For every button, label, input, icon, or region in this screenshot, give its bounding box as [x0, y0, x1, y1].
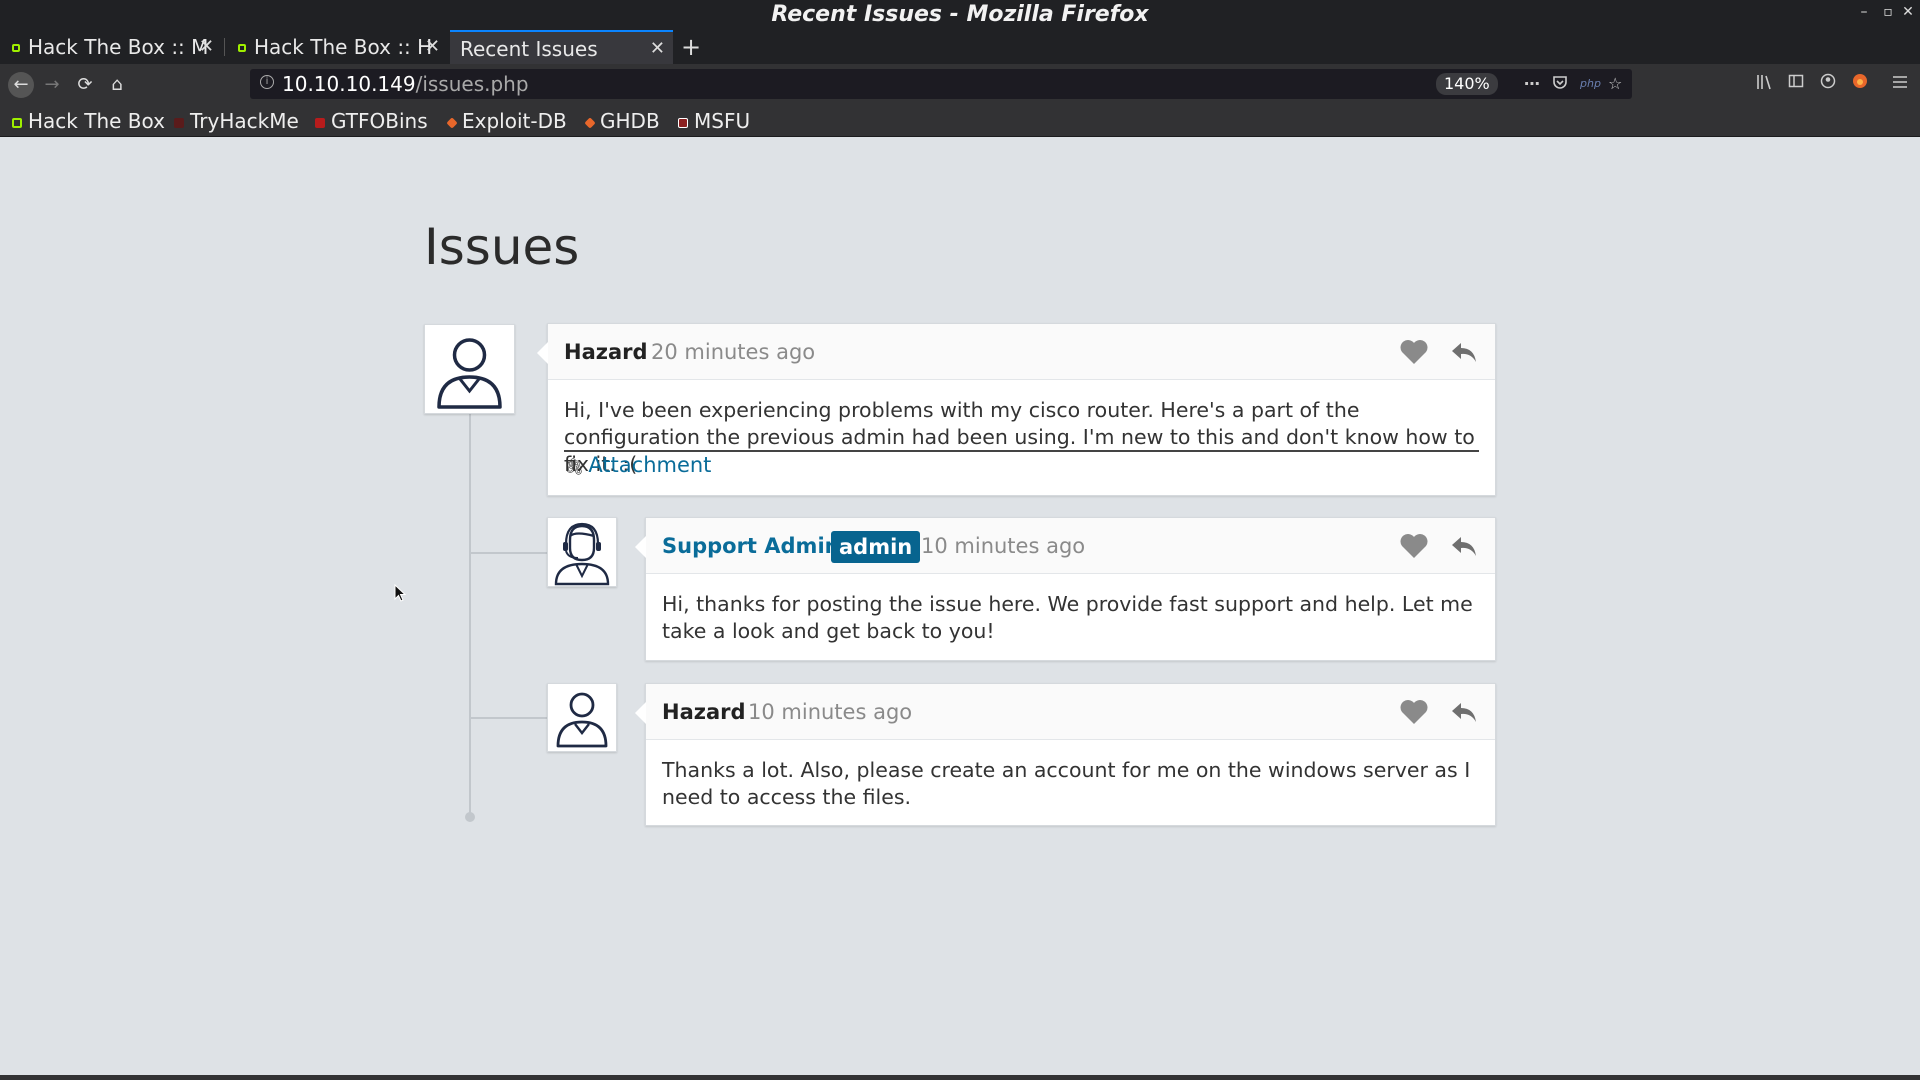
hackthebox-favicon-icon	[12, 43, 20, 52]
timeline-line	[469, 412, 471, 814]
url-text[interactable]: 10.10.10.149/issues.php	[282, 69, 529, 99]
bookmark-msfu[interactable]: MSFU	[678, 105, 750, 137]
tab-recent-issues[interactable]: Recent Issues ✕	[450, 30, 673, 64]
url-host: 10.10.10.149	[282, 72, 416, 96]
issue-post-card: Support Admin admin 10 minutes ago Hi, t…	[635, 517, 1496, 661]
heart-icon[interactable]	[1399, 698, 1429, 726]
bottom-edge	[0, 1075, 1920, 1080]
page-actions-menu-icon[interactable]: ⋯	[1524, 74, 1540, 94]
bookmark-label: TryHackMe	[190, 109, 299, 133]
post-timestamp: 20 minutes ago	[651, 340, 816, 364]
bookmarks-toolbar: Hack The Box TryHackMe GTFOBins Exploit-…	[0, 105, 1920, 137]
account-icon[interactable]	[1820, 73, 1836, 95]
sidebar-icon[interactable]	[1788, 73, 1804, 95]
tab-close-icon[interactable]: ✕	[199, 30, 214, 64]
post-header: Hazard 10 minutes ago	[646, 684, 1495, 740]
tryhackme-favicon-icon	[174, 117, 184, 128]
hackthebox-favicon-icon	[238, 43, 246, 52]
reply-icon[interactable]	[1449, 532, 1479, 560]
hackthebox-favicon-icon	[12, 117, 22, 128]
url-path: /issues.php	[415, 72, 529, 96]
issue-post-card: Hazard 10 minutes ago Thanks a lot. Also…	[635, 683, 1496, 826]
maximize-button[interactable]: ▫	[1880, 4, 1896, 20]
hamburger-menu-icon[interactable]	[1892, 73, 1908, 95]
ghdb-favicon-icon	[584, 116, 596, 129]
tab-strip: Hack The Box :: M ✕ Hack The Box :: H ✕ …	[0, 30, 1920, 64]
support-agent-icon	[554, 522, 610, 586]
library-icon[interactable]	[1756, 73, 1772, 97]
home-button[interactable]: ⌂	[106, 74, 128, 96]
mouse-cursor-icon	[394, 584, 406, 602]
avatar	[547, 683, 617, 752]
bookmark-label: Hack The Box	[28, 109, 165, 133]
bookmark-label: GHDB	[600, 109, 660, 133]
tab-label: Hack The Box :: M	[28, 35, 209, 59]
minimize-button[interactable]: –	[1856, 4, 1872, 20]
bookmark-label: MSFU	[694, 109, 751, 133]
bookmark-hackthebox[interactable]: Hack The Box	[12, 105, 165, 137]
reload-button[interactable]: ⟳	[74, 74, 96, 96]
timeline-end-dot	[465, 812, 475, 822]
card-pointer	[635, 702, 646, 724]
post-header: Support Admin admin 10 minutes ago	[646, 518, 1495, 574]
reply-icon[interactable]	[1449, 338, 1479, 366]
post-author[interactable]: Support Admin	[662, 518, 840, 574]
bookmark-label: GTFOBins	[331, 109, 428, 133]
post-body: Hi, thanks for posting the issue here. W…	[662, 592, 1473, 643]
issue-post-card: Hazard 20 minutes ago Hi, I've been expe…	[537, 323, 1496, 496]
tab-close-icon[interactable]: ✕	[650, 32, 665, 64]
attachment-link[interactable]: 🖇 Attachment	[564, 453, 711, 477]
bookmark-tryhackme[interactable]: TryHackMe	[174, 105, 299, 137]
attachment-label: Attachment	[588, 453, 712, 477]
close-window-button[interactable]: ✕	[1900, 4, 1916, 20]
window-titlebar: Recent Issues - Mozilla Firefox – ▫ ✕	[0, 0, 1920, 30]
exploit-db-favicon-icon	[446, 116, 458, 129]
post-body: Thanks a lot. Also, please create an acc…	[662, 758, 1471, 809]
zoom-indicator[interactable]: 140%	[1436, 73, 1498, 95]
msfu-favicon-icon	[678, 117, 688, 128]
foxyproxy-extension-icon[interactable]	[1852, 73, 1868, 95]
timeline-branch	[470, 552, 548, 554]
bookmark-ghdb[interactable]: GHDB	[584, 105, 660, 137]
card-pointer	[635, 536, 646, 558]
gtfobins-favicon-icon	[315, 117, 325, 128]
page-title: Issues	[424, 218, 580, 276]
bookmark-gtfobins[interactable]: GTFOBins	[315, 105, 428, 137]
bookmark-exploit-db[interactable]: Exploit-DB	[446, 105, 567, 137]
forward-button[interactable]: →	[41, 74, 63, 96]
post-timestamp: 10 minutes ago	[921, 534, 1086, 558]
timeline-branch	[470, 717, 548, 719]
card-pointer	[537, 342, 548, 364]
post-timestamp: 10 minutes ago	[748, 700, 913, 724]
post-header: Hazard 20 minutes ago	[548, 324, 1495, 380]
pocket-icon[interactable]	[1552, 74, 1568, 95]
navigation-toolbar: ← → ⟳ ⌂ i 10.10.10.149/issues.php 140% ⋯…	[0, 64, 1920, 105]
tab-separator	[224, 38, 225, 56]
php-extension-icon[interactable]: php	[1580, 74, 1601, 94]
site-info-icon[interactable]: i	[260, 75, 274, 89]
tab-hackthebox-1[interactable]: Hack The Box :: M ✕	[0, 30, 222, 64]
back-button[interactable]: ←	[8, 72, 34, 98]
avatar	[547, 517, 617, 587]
post-author[interactable]: Hazard	[564, 324, 648, 380]
post-author[interactable]: Hazard	[662, 684, 746, 740]
tab-hackthebox-2[interactable]: Hack The Box :: H ✕	[226, 30, 448, 64]
heart-icon[interactable]	[1399, 338, 1429, 366]
window-title: Recent Issues - Mozilla Firefox	[771, 2, 1149, 27]
avatar	[424, 324, 515, 414]
new-tab-button[interactable]: +	[681, 30, 701, 64]
bookmark-star-icon[interactable]: ☆	[1608, 74, 1622, 94]
address-bar[interactable]: i 10.10.10.149/issues.php 140% ⋯ php ☆	[250, 69, 1632, 99]
tab-label: Recent Issues	[460, 37, 598, 61]
tab-label: Hack The Box :: H	[254, 35, 433, 59]
reply-icon[interactable]	[1449, 698, 1479, 726]
admin-badge: admin	[831, 531, 921, 563]
heart-icon[interactable]	[1399, 532, 1429, 560]
user-icon	[556, 692, 608, 748]
user-icon	[437, 338, 502, 409]
text-underline	[564, 450, 1479, 452]
bookmark-label: Exploit-DB	[462, 109, 567, 133]
tab-close-icon[interactable]: ✕	[425, 30, 440, 64]
paperclip-icon: 🖇	[564, 457, 585, 476]
